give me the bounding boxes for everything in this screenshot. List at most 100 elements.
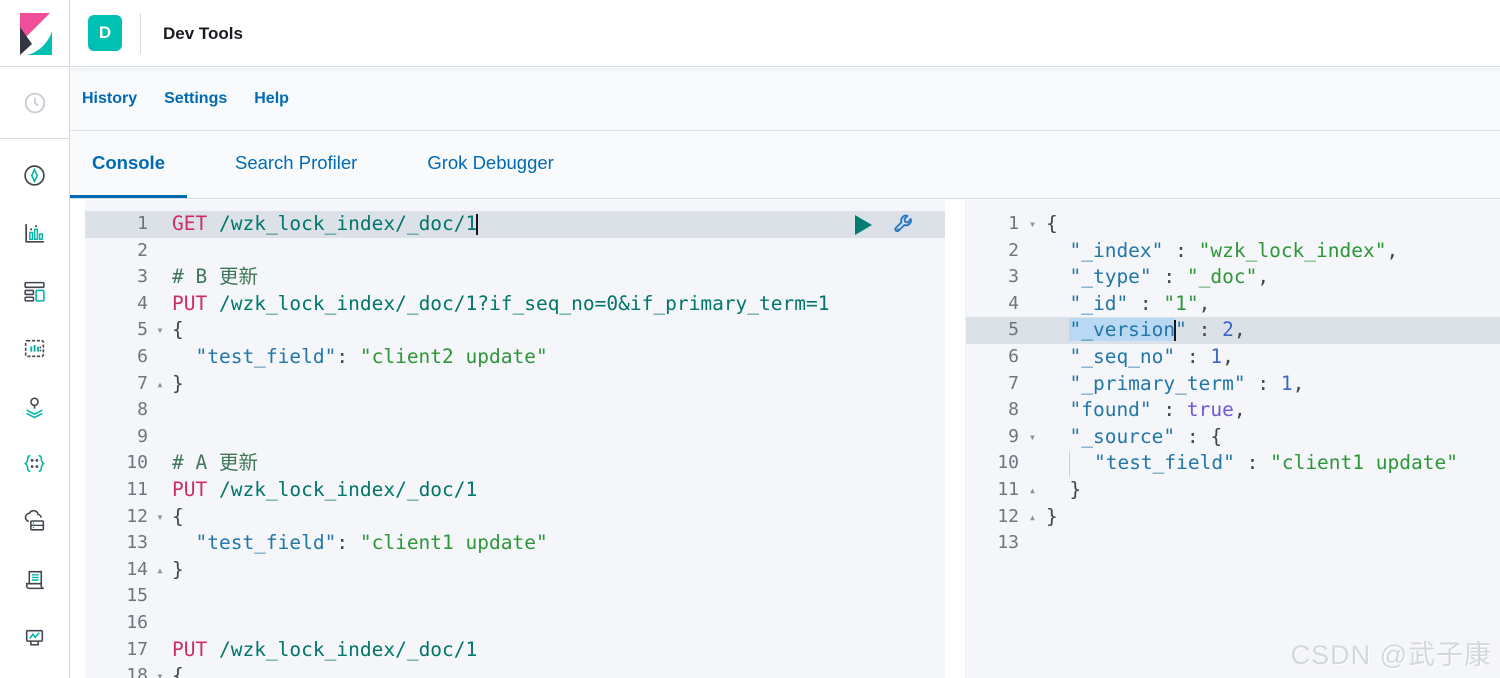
fold-toggle-icon[interactable]: ▴: [1019, 477, 1046, 504]
fold-spacer: [148, 264, 172, 291]
apm-icon: [22, 626, 47, 651]
line-number: 4: [85, 291, 148, 318]
fold-toggle-icon[interactable]: ▴: [148, 557, 172, 584]
tab-search-profiler[interactable]: Search Profiler: [213, 131, 379, 198]
fold-spacer: [148, 211, 172, 238]
settings-link[interactable]: Settings: [164, 90, 227, 108]
fold-toggle-icon[interactable]: ▴: [1019, 504, 1046, 531]
fold-spacer: [148, 291, 172, 318]
sidebar-item-canvas[interactable]: [0, 324, 69, 372]
machine-learning-icon: [22, 451, 47, 476]
code-text: "_type" : "_doc",: [1046, 264, 1500, 291]
code-text: "test_field" : "client1 update": [1046, 450, 1500, 477]
code-line-16[interactable]: 16: [85, 610, 945, 637]
code-text: # A 更新: [172, 450, 945, 477]
console-request-editor[interactable]: 1GET /wzk_lock_index/_doc/123# B 更新4PUT …: [85, 200, 945, 678]
fold-toggle-icon[interactable]: ▾: [1019, 211, 1046, 238]
history-link[interactable]: History: [82, 90, 137, 108]
fold-toggle-icon[interactable]: ▾: [148, 317, 172, 344]
code-text: PUT /wzk_lock_index/_doc/1: [172, 477, 945, 504]
code-line-5[interactable]: 5▾{: [85, 317, 945, 344]
dashboard-icon: [22, 279, 47, 304]
code-line-12[interactable]: 12▴}: [966, 504, 1500, 531]
code-line-9[interactable]: 9: [85, 424, 945, 451]
code-line-15[interactable]: 15: [85, 583, 945, 610]
code-line-14[interactable]: 14▴}: [85, 557, 945, 584]
line-number: 18: [85, 663, 148, 678]
code-line-10[interactable]: 10 "test_field" : "client1 update": [966, 450, 1500, 477]
sidebar-item-machine-learning[interactable]: [0, 439, 69, 487]
code-line-8[interactable]: 8 "found" : true,: [966, 397, 1500, 424]
code-line-11[interactable]: 11▴ }: [966, 477, 1500, 504]
code-text: }: [1046, 477, 1500, 504]
fold-toggle-icon[interactable]: ▾: [148, 663, 172, 678]
code-line-13[interactable]: 13 "test_field": "client1 update": [85, 530, 945, 557]
send-request-button[interactable]: [855, 215, 872, 235]
code-line-11[interactable]: 11PUT /wzk_lock_index/_doc/1: [85, 477, 945, 504]
tab-grok-debugger[interactable]: Grok Debugger: [405, 131, 575, 198]
code-text: [1046, 530, 1500, 557]
code-line-2[interactable]: 2: [85, 238, 945, 265]
fold-spacer: [1019, 450, 1046, 477]
code-line-6[interactable]: 6 "_seq_no" : 1,: [966, 344, 1500, 371]
line-number: 7: [85, 371, 148, 398]
code-line-3[interactable]: 3 "_type" : "_doc",: [966, 264, 1500, 291]
line-number: 8: [85, 397, 148, 424]
code-line-3[interactable]: 3# B 更新: [85, 264, 945, 291]
csdn-watermark: CSDN @武子康: [1291, 633, 1492, 672]
fold-spacer: [148, 344, 172, 371]
line-number: 12: [966, 504, 1019, 531]
line-number: 3: [85, 264, 148, 291]
code-line-1[interactable]: 1GET /wzk_lock_index/_doc/1: [85, 211, 945, 238]
recently-viewed-button[interactable]: [0, 68, 69, 139]
fold-spacer: [148, 477, 172, 504]
code-line-2[interactable]: 2 "_index" : "wzk_lock_index",: [966, 238, 1500, 265]
fold-toggle-icon[interactable]: ▾: [1019, 424, 1046, 451]
line-number: 17: [85, 637, 148, 664]
code-text: "_id" : "1",: [1046, 291, 1500, 318]
code-line-18[interactable]: 18▾{: [85, 663, 945, 678]
dev-tools-app-badge[interactable]: D: [88, 15, 122, 51]
code-text: {: [172, 317, 945, 344]
tab-console[interactable]: Console: [70, 131, 187, 198]
sidebar-item-dashboard[interactable]: [0, 267, 69, 315]
code-line-13[interactable]: 13: [966, 530, 1500, 557]
fold-spacer: [148, 397, 172, 424]
line-number: 10: [966, 450, 1019, 477]
help-link[interactable]: Help: [254, 90, 289, 108]
fold-spacer: [1019, 291, 1046, 318]
code-text: {: [1046, 211, 1500, 238]
sidebar-item-discover[interactable]: [0, 151, 69, 199]
sidebar-item-visualize[interactable]: [0, 209, 69, 257]
fold-toggle-icon[interactable]: ▾: [148, 504, 172, 531]
maps-icon: [22, 394, 47, 419]
sidebar-item-metrics[interactable]: [0, 497, 69, 545]
sidebar-item-logs[interactable]: [0, 555, 69, 603]
sidebar-item-apm[interactable]: [0, 614, 69, 662]
code-line-6[interactable]: 6 "test_field": "client2 update": [85, 344, 945, 371]
code-line-10[interactable]: 10# A 更新: [85, 450, 945, 477]
line-number: 14: [85, 557, 148, 584]
sidebar-item-maps[interactable]: [0, 382, 69, 430]
logs-icon: [22, 567, 47, 592]
fold-spacer: [1019, 530, 1046, 557]
code-line-4[interactable]: 4 "_id" : "1",: [966, 291, 1500, 318]
kibana-logo[interactable]: [0, 0, 70, 67]
fold-spacer: [1019, 238, 1046, 265]
code-line-17[interactable]: 17 PUT /wzk_lock_index/_doc/1: [85, 637, 945, 664]
code-text: PUT /wzk_lock_index/_doc/1: [172, 637, 945, 664]
canvas-icon: [22, 336, 47, 361]
code-line-4[interactable]: 4PUT /wzk_lock_index/_doc/1?if_seq_no=0&…: [85, 291, 945, 318]
code-line-5[interactable]: 5 "_version" : 2,: [966, 317, 1500, 344]
line-number: 6: [85, 344, 148, 371]
console-response-pane[interactable]: 1▾{2 "_index" : "wzk_lock_index",3 "_typ…: [965, 200, 1500, 678]
code-line-9[interactable]: 9▾ "_source" : {: [966, 424, 1500, 451]
wrench-icon[interactable]: [891, 213, 914, 241]
code-line-1[interactable]: 1▾{: [966, 211, 1500, 238]
code-line-8[interactable]: 8: [85, 397, 945, 424]
code-line-7[interactable]: 7 "_primary_term" : 1,: [966, 371, 1500, 398]
line-number: 16: [85, 610, 148, 637]
fold-toggle-icon[interactable]: ▴: [148, 371, 172, 398]
code-line-12[interactable]: 12▾{: [85, 504, 945, 531]
code-line-7[interactable]: 7▴}: [85, 371, 945, 398]
